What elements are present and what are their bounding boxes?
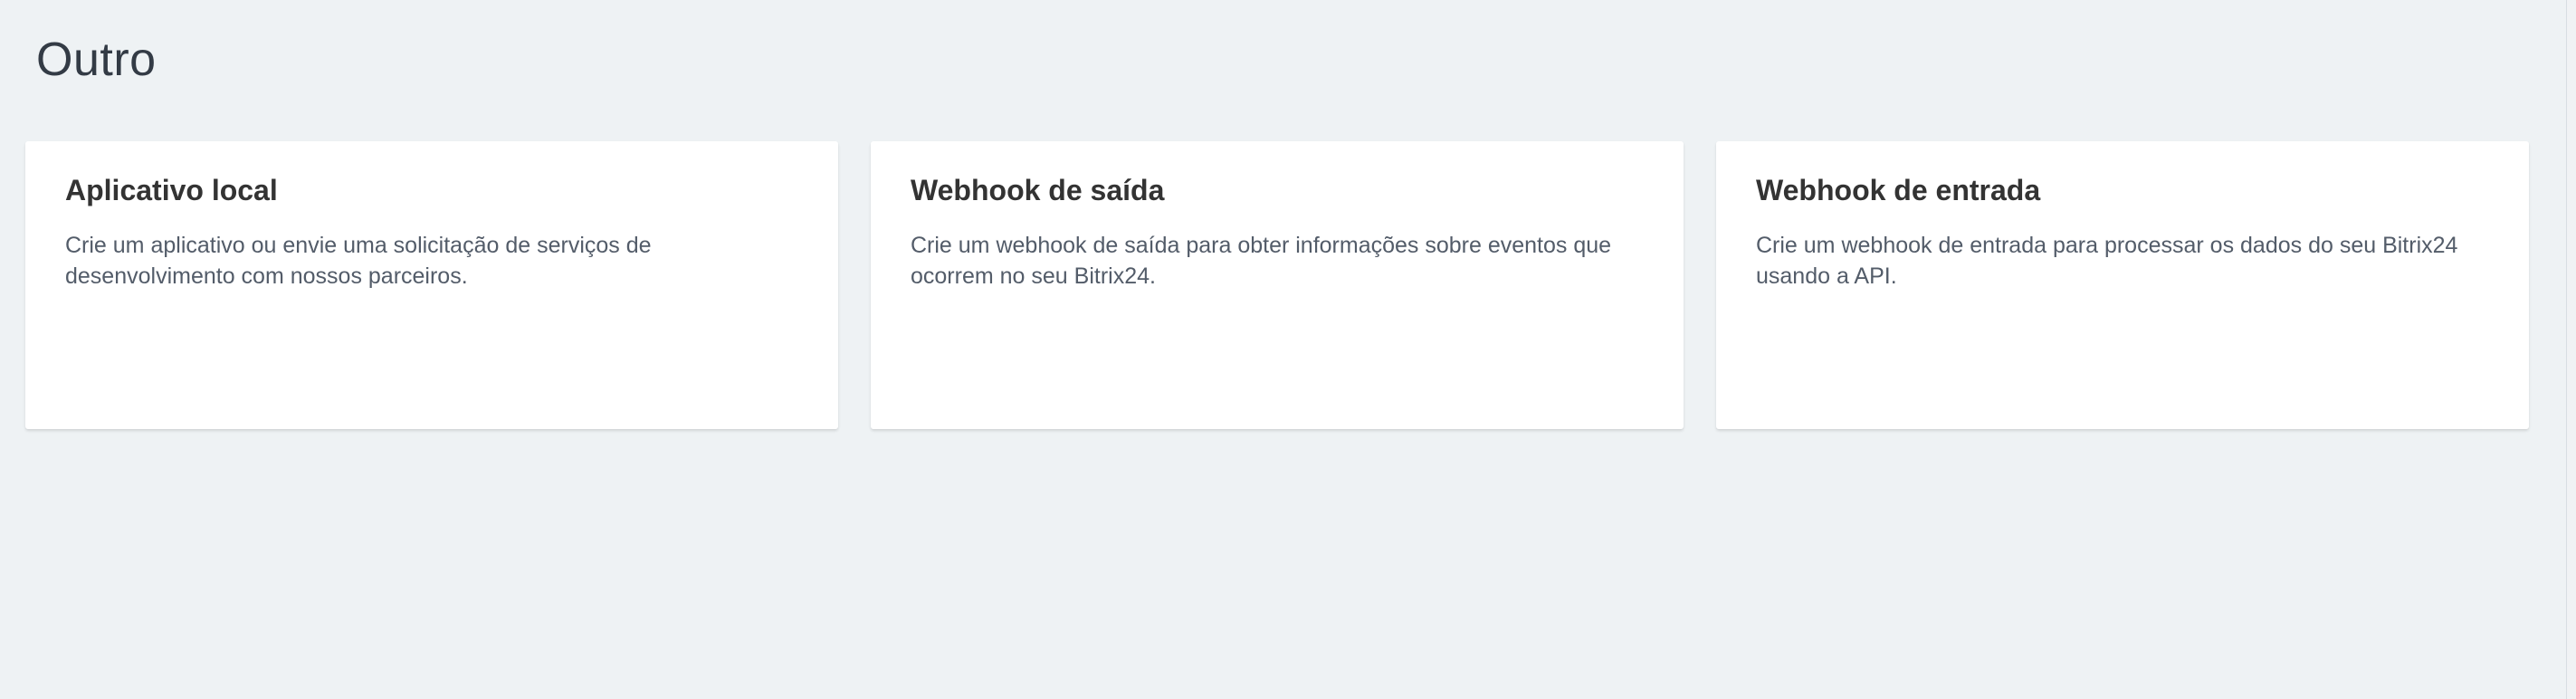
vertical-scrollbar[interactable] — [2566, 0, 2576, 699]
card-description: Crie um aplicativo ou envie uma solicita… — [65, 233, 652, 289]
card-description: Crie um webhook de saída para obter info… — [911, 233, 1612, 289]
card-local-app[interactable]: Aplicativo local Crie um aplicativo ou e… — [25, 141, 838, 429]
integration-cards: Aplicativo local Crie um aplicativo ou e… — [25, 141, 2529, 429]
page-title: Outro — [36, 34, 157, 86]
card-title: Webhook de saída — [911, 174, 1165, 206]
card-inbound-webhook[interactable]: Webhook de entrada Crie um webhook de en… — [1716, 141, 2529, 429]
card-title: Webhook de entrada — [1756, 174, 2041, 206]
card-title: Aplicativo local — [65, 174, 278, 206]
card-outbound-webhook[interactable]: Webhook de saída Crie um webhook de saíd… — [871, 141, 1684, 429]
card-description: Crie um webhook de entrada para processa… — [1756, 233, 2458, 289]
